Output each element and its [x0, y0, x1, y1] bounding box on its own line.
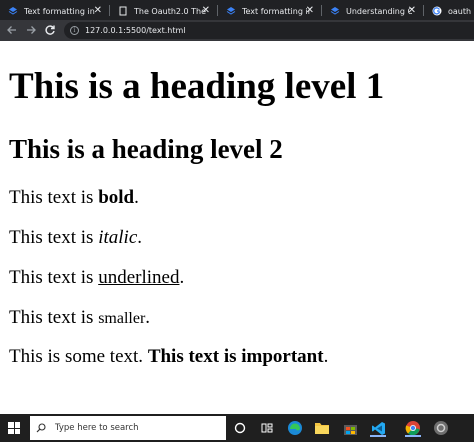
- store-icon[interactable]: [341, 419, 359, 437]
- vscode-icon[interactable]: [369, 419, 387, 437]
- task-view-icon[interactable]: [231, 419, 249, 437]
- heading-level-1: This is a heading level 1: [9, 66, 385, 107]
- url-text: 127.0.0.1:5500/text.html: [85, 26, 186, 35]
- tab-understanding-oauth[interactable]: Understanding Oauth ✕: [322, 2, 422, 20]
- paragraph-important: This is some text. This text is importan…: [9, 345, 328, 369]
- tab-close-icon[interactable]: ✕: [306, 5, 314, 17]
- tab-title: The Oauth2.0 Theory: [134, 6, 206, 16]
- tab-oauth-theory[interactable]: The Oauth2.0 Theory ✕: [110, 2, 216, 20]
- settings-icon[interactable]: [432, 419, 450, 437]
- layers-icon: [226, 7, 236, 15]
- page-icon: [119, 6, 127, 16]
- file-explorer-icon[interactable]: [313, 419, 331, 437]
- strong-text: This text is important: [147, 346, 324, 367]
- google-icon: [432, 6, 442, 16]
- page-content: This is a heading level 1 This is a head…: [0, 41, 474, 414]
- tab-text-formatting[interactable]: Text formatting in HTML ✕: [0, 2, 108, 20]
- italic-text: italic: [98, 227, 138, 248]
- browser-tab-strip: Text formatting in HTML ✕ The Oauth2.0 T…: [0, 0, 474, 20]
- reload-icon[interactable]: [43, 23, 57, 37]
- paragraph-underline: This text is underlined.: [9, 266, 184, 290]
- widgets-icon[interactable]: [258, 419, 276, 437]
- paragraph-punctuation: .: [145, 307, 151, 328]
- info-icon[interactable]: i: [70, 26, 79, 35]
- taskbar-search-box[interactable]: Type here to search: [30, 416, 226, 440]
- tab-oauth-with[interactable]: oauth with: [424, 2, 474, 20]
- layers-icon: [330, 7, 340, 15]
- tab-title: Text formatting in HTML: [24, 6, 96, 16]
- paragraph-bold: This text is bold.: [9, 186, 139, 210]
- search-placeholder: Type here to search: [55, 423, 139, 433]
- paragraph-punctuation: .: [179, 267, 185, 288]
- tab-title: oauth with: [448, 6, 474, 16]
- windows-start-icon[interactable]: [8, 422, 20, 434]
- browser-toolbar: i 127.0.0.1:5500/text.html: [0, 20, 474, 41]
- address-bar[interactable]: i 127.0.0.1:5500/text.html: [64, 22, 474, 39]
- paragraph-italic: This text is italic.: [9, 226, 142, 250]
- paragraph-text: This text is: [9, 227, 99, 248]
- edge-icon[interactable]: [286, 419, 304, 437]
- chrome-icon[interactable]: [404, 419, 422, 437]
- paragraph-text: This is some text.: [9, 346, 148, 367]
- taskbar: Type here to search: [0, 414, 474, 442]
- tab-title: Text formatting in HTML: [242, 6, 310, 16]
- paragraph-text: This text is: [9, 187, 99, 208]
- tab-title: Understanding Oauth: [346, 6, 412, 16]
- active-app-indicator: [370, 435, 386, 437]
- bold-text: bold: [98, 187, 135, 208]
- paragraph-small: This text is smaller.: [9, 306, 150, 331]
- tab-close-icon[interactable]: ✕: [408, 5, 416, 17]
- paragraph-punctuation: .: [134, 187, 139, 208]
- small-text: smaller: [98, 310, 146, 327]
- tab-text-formatting-2[interactable]: Text formatting in HTML ✕: [218, 2, 320, 20]
- active-app-indicator: [405, 435, 421, 437]
- underlined-text: underlined: [98, 267, 180, 288]
- paragraph-punctuation: .: [137, 227, 143, 248]
- heading-level-2: This is a heading level 2: [9, 134, 283, 164]
- search-icon: [36, 423, 46, 433]
- back-arrow-icon[interactable]: [5, 23, 19, 37]
- tab-close-icon[interactable]: ✕: [94, 5, 102, 17]
- tab-close-icon[interactable]: ✕: [202, 5, 210, 17]
- paragraph-text: This text is: [9, 307, 99, 328]
- forward-arrow-icon[interactable]: [24, 23, 38, 37]
- layers-icon: [8, 7, 18, 15]
- paragraph-punctuation: .: [323, 346, 329, 367]
- paragraph-text: This text is: [9, 267, 99, 288]
